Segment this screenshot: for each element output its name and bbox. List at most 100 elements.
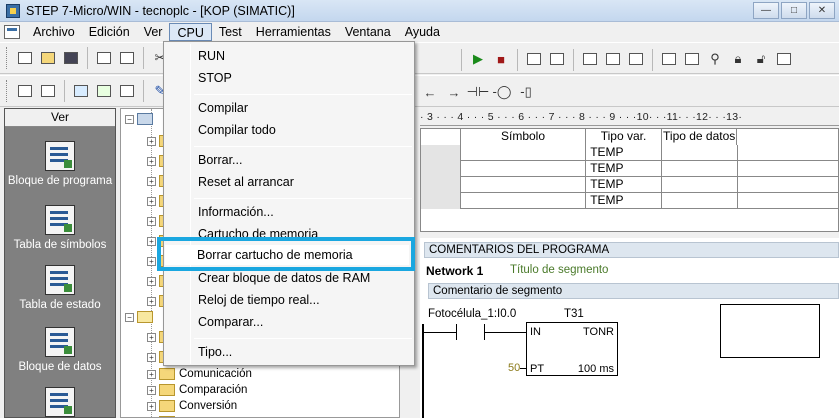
print-icon[interactable]: [94, 48, 114, 68]
expand-icon[interactable]: +: [147, 332, 156, 342]
expand-icon[interactable]: +: [147, 296, 156, 306]
table-cell[interactable]: [461, 161, 587, 177]
table-cell[interactable]: [662, 145, 738, 161]
table-cell[interactable]: [738, 161, 839, 177]
segment-comment[interactable]: Comentario de segmento: [428, 283, 839, 299]
poe-icon[interactable]: [71, 81, 91, 101]
navigation-bar-header[interactable]: Ver: [5, 109, 115, 127]
toolbar-grip[interactable]: [6, 47, 9, 69]
new-file-icon[interactable]: [15, 48, 35, 68]
menu-item-compilar[interactable]: Compilar: [198, 98, 248, 118]
table-row[interactable]: TEMP: [421, 145, 838, 161]
menu-test[interactable]: Test: [212, 23, 249, 41]
header-data-type[interactable]: Tipo de datos: [661, 129, 738, 145]
help-icon[interactable]: [774, 49, 794, 69]
table-cell[interactable]: [461, 145, 587, 161]
expand-icon[interactable]: +: [147, 196, 156, 206]
expand-icon[interactable]: +: [147, 236, 156, 246]
maximize-button[interactable]: □: [781, 2, 807, 19]
header-symbol[interactable]: Símbolo: [460, 129, 587, 145]
compile-all-icon[interactable]: [547, 49, 567, 69]
arrow-left-icon[interactable]: ←: [420, 82, 440, 102]
options-icon[interactable]: [682, 49, 702, 69]
insert-network-icon[interactable]: [15, 81, 35, 101]
tree-node[interactable]: −: [125, 309, 157, 325]
save-icon[interactable]: [61, 48, 81, 68]
menu-edicion[interactable]: Edición: [82, 23, 137, 41]
table-cell[interactable]: [662, 177, 738, 193]
table-cell[interactable]: [738, 193, 839, 209]
expand-icon[interactable]: +: [147, 216, 156, 226]
coil-icon[interactable]: -◯: [492, 82, 512, 102]
unlock-icon[interactable]: 🔓︎: [751, 49, 771, 69]
nav-data-block[interactable]: Bloque de datos: [5, 327, 115, 373]
download-icon[interactable]: [603, 49, 623, 69]
monitor-icon[interactable]: ⚲: [705, 49, 725, 69]
network-title[interactable]: Título de segmento: [510, 264, 608, 276]
nav-symbol-table[interactable]: Tabla de símbolos: [5, 205, 115, 251]
menu-item-crear-bloque-de-datos[interactable]: Crear bloque de datos de RAM: [198, 268, 370, 288]
tree-node-comunicacion[interactable]: + Comunicación: [147, 366, 252, 382]
menu-herramientas[interactable]: Herramientas: [249, 23, 338, 41]
expand-icon[interactable]: +: [147, 256, 156, 266]
toolbar-grip[interactable]: [6, 80, 9, 102]
ladder-editor[interactable]: COMENTARIOS DEL PROGRAMA Network 1 Títul…: [420, 238, 839, 418]
expand-icon[interactable]: +: [147, 276, 156, 286]
header-var-type[interactable]: Tipo var.: [586, 129, 662, 145]
arrow-right-icon[interactable]: →: [444, 82, 464, 102]
table-cell[interactable]: [461, 193, 587, 209]
table-cell[interactable]: TEMP: [586, 161, 662, 177]
table-cell[interactable]: TEMP: [586, 177, 662, 193]
menu-item-borrar[interactable]: Borrar...: [198, 150, 242, 170]
expand-icon[interactable]: +: [147, 156, 156, 166]
expand-icon[interactable]: −: [125, 114, 134, 124]
table-cell[interactable]: TEMP: [586, 193, 662, 209]
table-cell[interactable]: [421, 161, 461, 177]
print-preview-icon[interactable]: [117, 48, 137, 68]
upload-icon[interactable]: [580, 49, 600, 69]
menu-ver[interactable]: Ver: [137, 23, 170, 41]
run-icon[interactable]: ▶: [468, 49, 488, 69]
expand-icon[interactable]: +: [147, 176, 156, 186]
open-folder-icon[interactable]: [38, 48, 58, 68]
table-row[interactable]: TEMP: [421, 161, 838, 177]
menu-item-reset-al-arrancar[interactable]: Reset al arrancar: [198, 172, 294, 192]
table-cell[interactable]: [421, 177, 461, 193]
close-button[interactable]: ✕: [809, 2, 835, 19]
table-cell[interactable]: [421, 193, 461, 209]
menu-item-run[interactable]: RUN: [198, 46, 225, 66]
minimize-button[interactable]: —: [753, 2, 779, 19]
expand-icon[interactable]: +: [147, 136, 156, 146]
nav-status-table[interactable]: Tabla de estado: [5, 265, 115, 311]
lock-icon[interactable]: 🔒︎: [728, 49, 748, 69]
contact-icon[interactable]: ⊣⊢: [467, 82, 490, 102]
menu-ventana[interactable]: Ventana: [338, 23, 398, 41]
table-cell[interactable]: [421, 145, 461, 161]
sort-icon[interactable]: [659, 49, 679, 69]
tree-node-conversion[interactable]: + Conversión: [147, 398, 237, 414]
document-icon[interactable]: [4, 25, 20, 39]
program-comment[interactable]: COMENTARIOS DEL PROGRAMA: [424, 242, 839, 258]
tree-root[interactable]: −: [125, 111, 157, 127]
timer-address-label[interactable]: T31: [564, 308, 584, 320]
menu-item-compilar-todo[interactable]: Compilar todo: [198, 120, 276, 140]
menu-archivo[interactable]: Archivo: [26, 23, 82, 41]
menu-item-informacion[interactable]: Información...: [198, 202, 274, 222]
tree-node[interactable]: +: [147, 414, 179, 417]
menu-item-tipo[interactable]: Tipo...: [198, 342, 232, 362]
table-cell[interactable]: [662, 161, 738, 177]
compile-icon[interactable]: [524, 49, 544, 69]
table-cell[interactable]: [461, 177, 587, 193]
tree-node-comparacion[interactable]: + Comparación: [147, 382, 247, 398]
compare-icon[interactable]: [626, 49, 646, 69]
menu-cpu[interactable]: CPU: [169, 23, 212, 41]
table-row[interactable]: TEMP: [421, 177, 838, 193]
menu-item-stop[interactable]: STOP: [198, 68, 232, 88]
expand-icon[interactable]: −: [125, 312, 134, 322]
box-icon[interactable]: -▯: [516, 82, 536, 102]
table-cell[interactable]: [738, 145, 839, 161]
table-cell[interactable]: [662, 193, 738, 209]
empty-output-box[interactable]: [720, 304, 820, 358]
contact-left-bar[interactable]: [456, 324, 457, 340]
menu-item-comparar[interactable]: Comparar...: [198, 312, 263, 332]
